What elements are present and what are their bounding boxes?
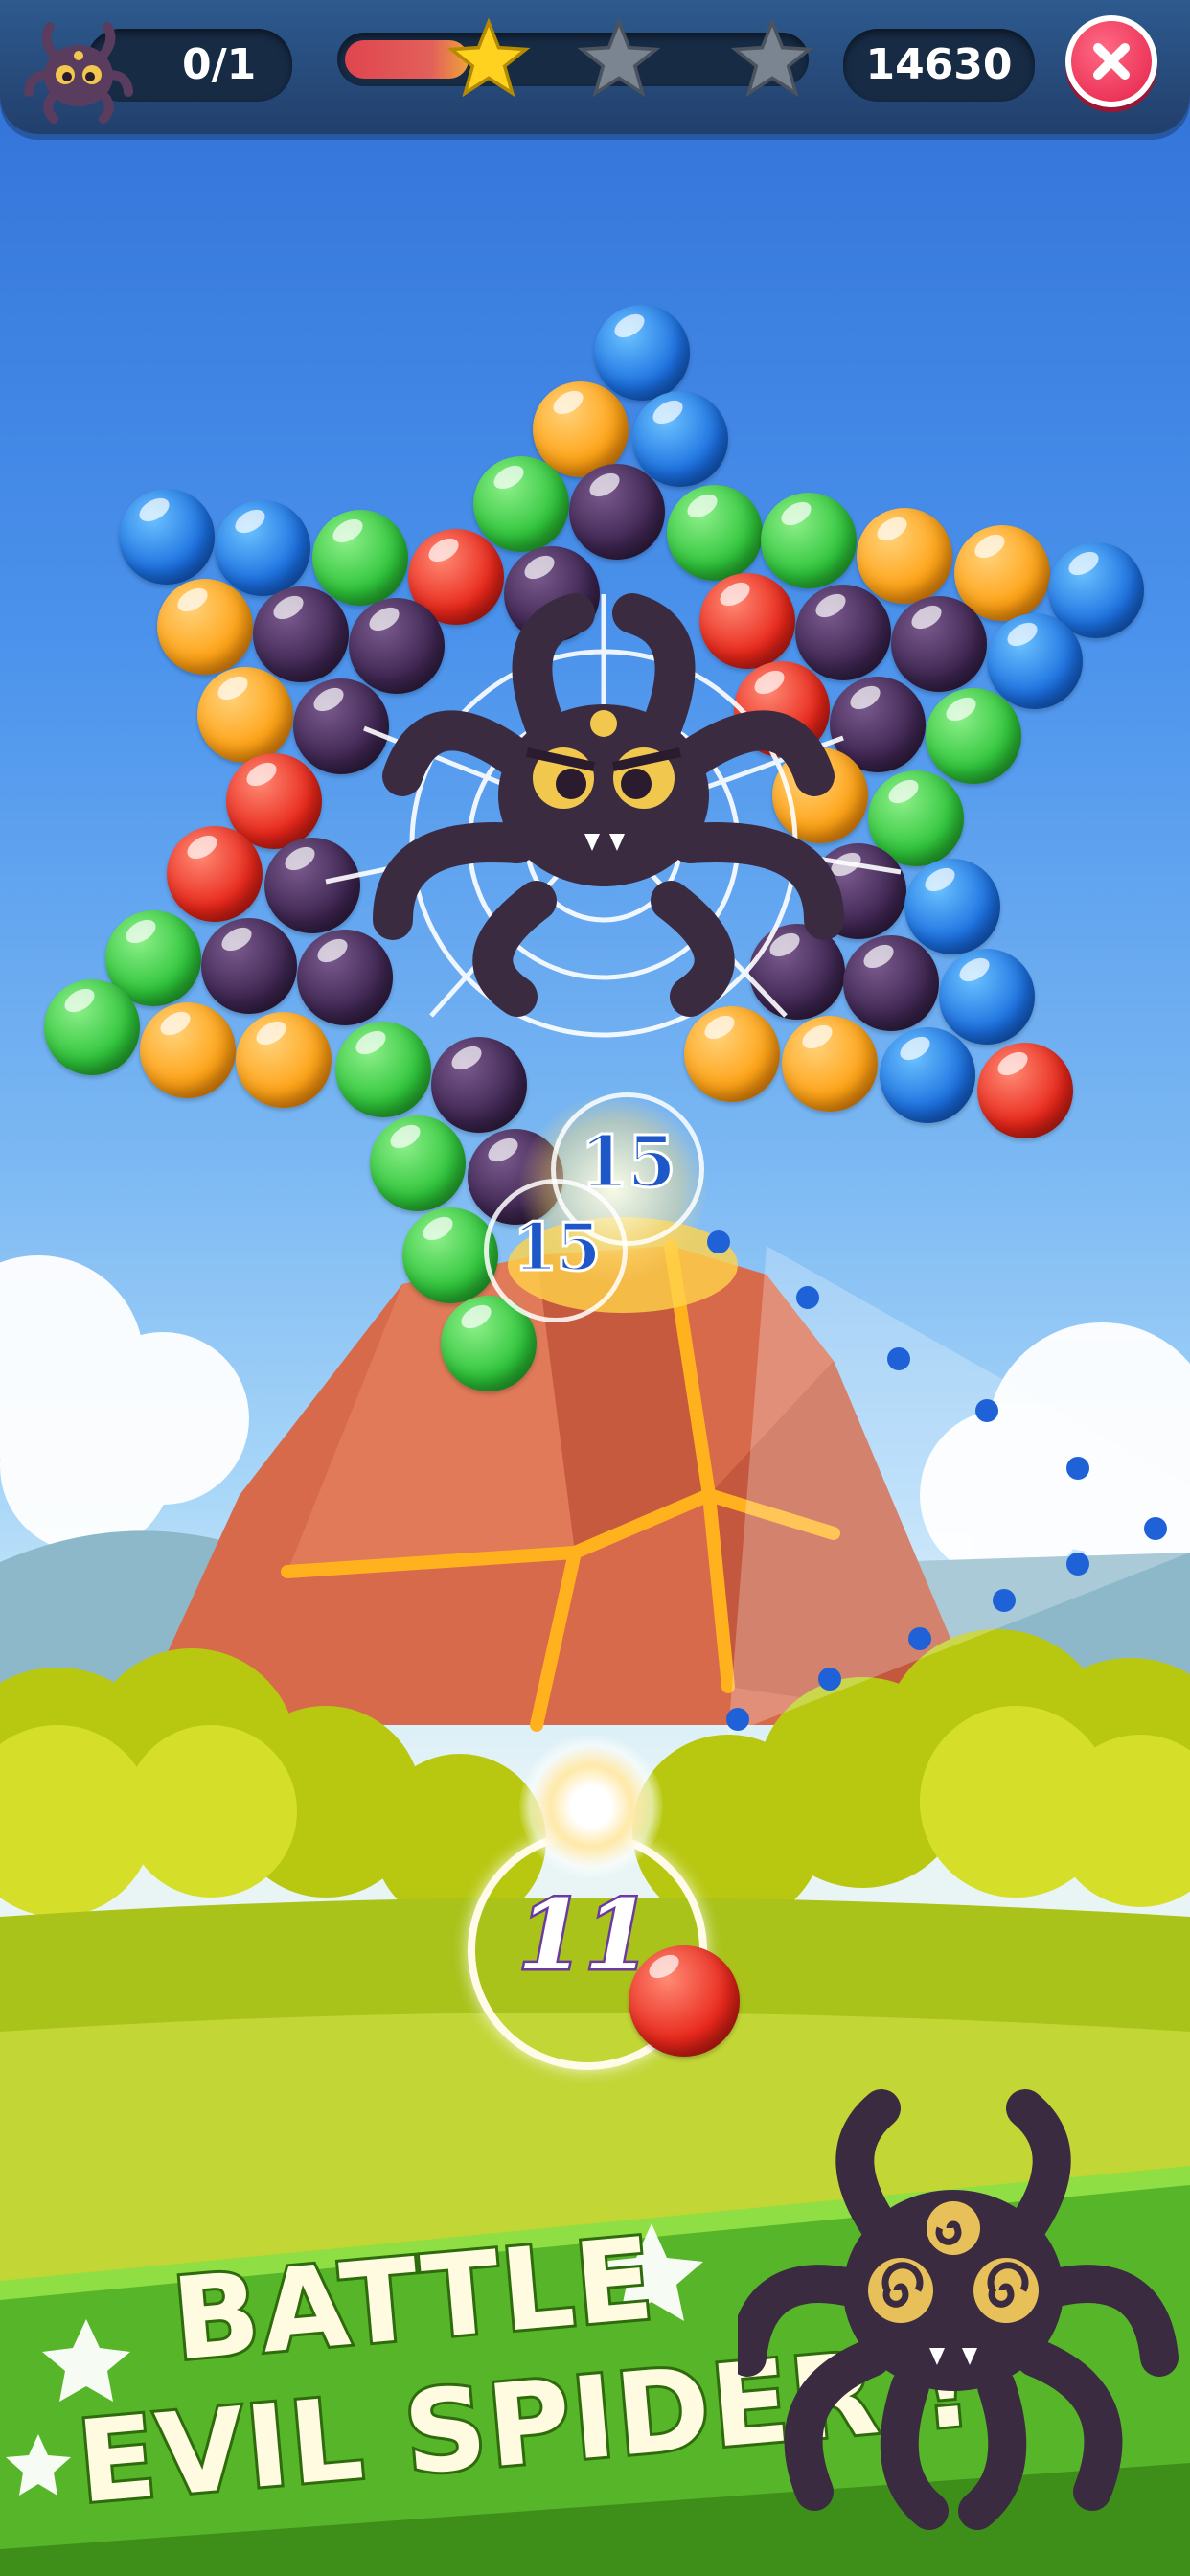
score-display: 14630: [843, 29, 1035, 102]
spider-avatar-icon: [24, 22, 133, 124]
bubble-blue: [987, 613, 1083, 709]
bubble-blue: [119, 489, 215, 585]
bubble-board: 15 15: [0, 0, 1190, 1438]
bubble-orange: [140, 1002, 236, 1098]
bubble-green: [370, 1116, 466, 1211]
score-popup: 15: [579, 1120, 678, 1206]
close-icon: [1093, 43, 1130, 80]
bubble-red: [167, 826, 263, 922]
bubble-purple: [201, 918, 297, 1014]
bubble-orange: [157, 579, 253, 675]
top-hud: 0/1 14630: [0, 0, 1190, 134]
bubble-purple: [569, 464, 665, 560]
shooter-glow: [519, 1735, 663, 1878]
close-button[interactable]: [1065, 15, 1157, 107]
bubble-red: [977, 1043, 1073, 1138]
bubble-green: [473, 456, 569, 552]
bubble-blue: [594, 305, 690, 401]
bubble-orange: [197, 667, 293, 763]
spider-boss: [325, 593, 902, 1038]
bubble-blue: [632, 391, 728, 487]
bubble-green: [44, 979, 140, 1075]
game-scene[interactable]: 15 15 11 BATTLE EVIL SPIDER ! 0/1 14630: [0, 0, 1190, 2576]
score-text: 14630: [865, 40, 1013, 89]
evil-spider-mascot: [738, 2089, 1179, 2530]
star-icon: [577, 17, 661, 98]
score-popup: 15: [512, 1208, 604, 1288]
star-icon: [446, 17, 531, 98]
moves-text: 0/1: [182, 40, 257, 89]
star-icon: [730, 17, 814, 98]
